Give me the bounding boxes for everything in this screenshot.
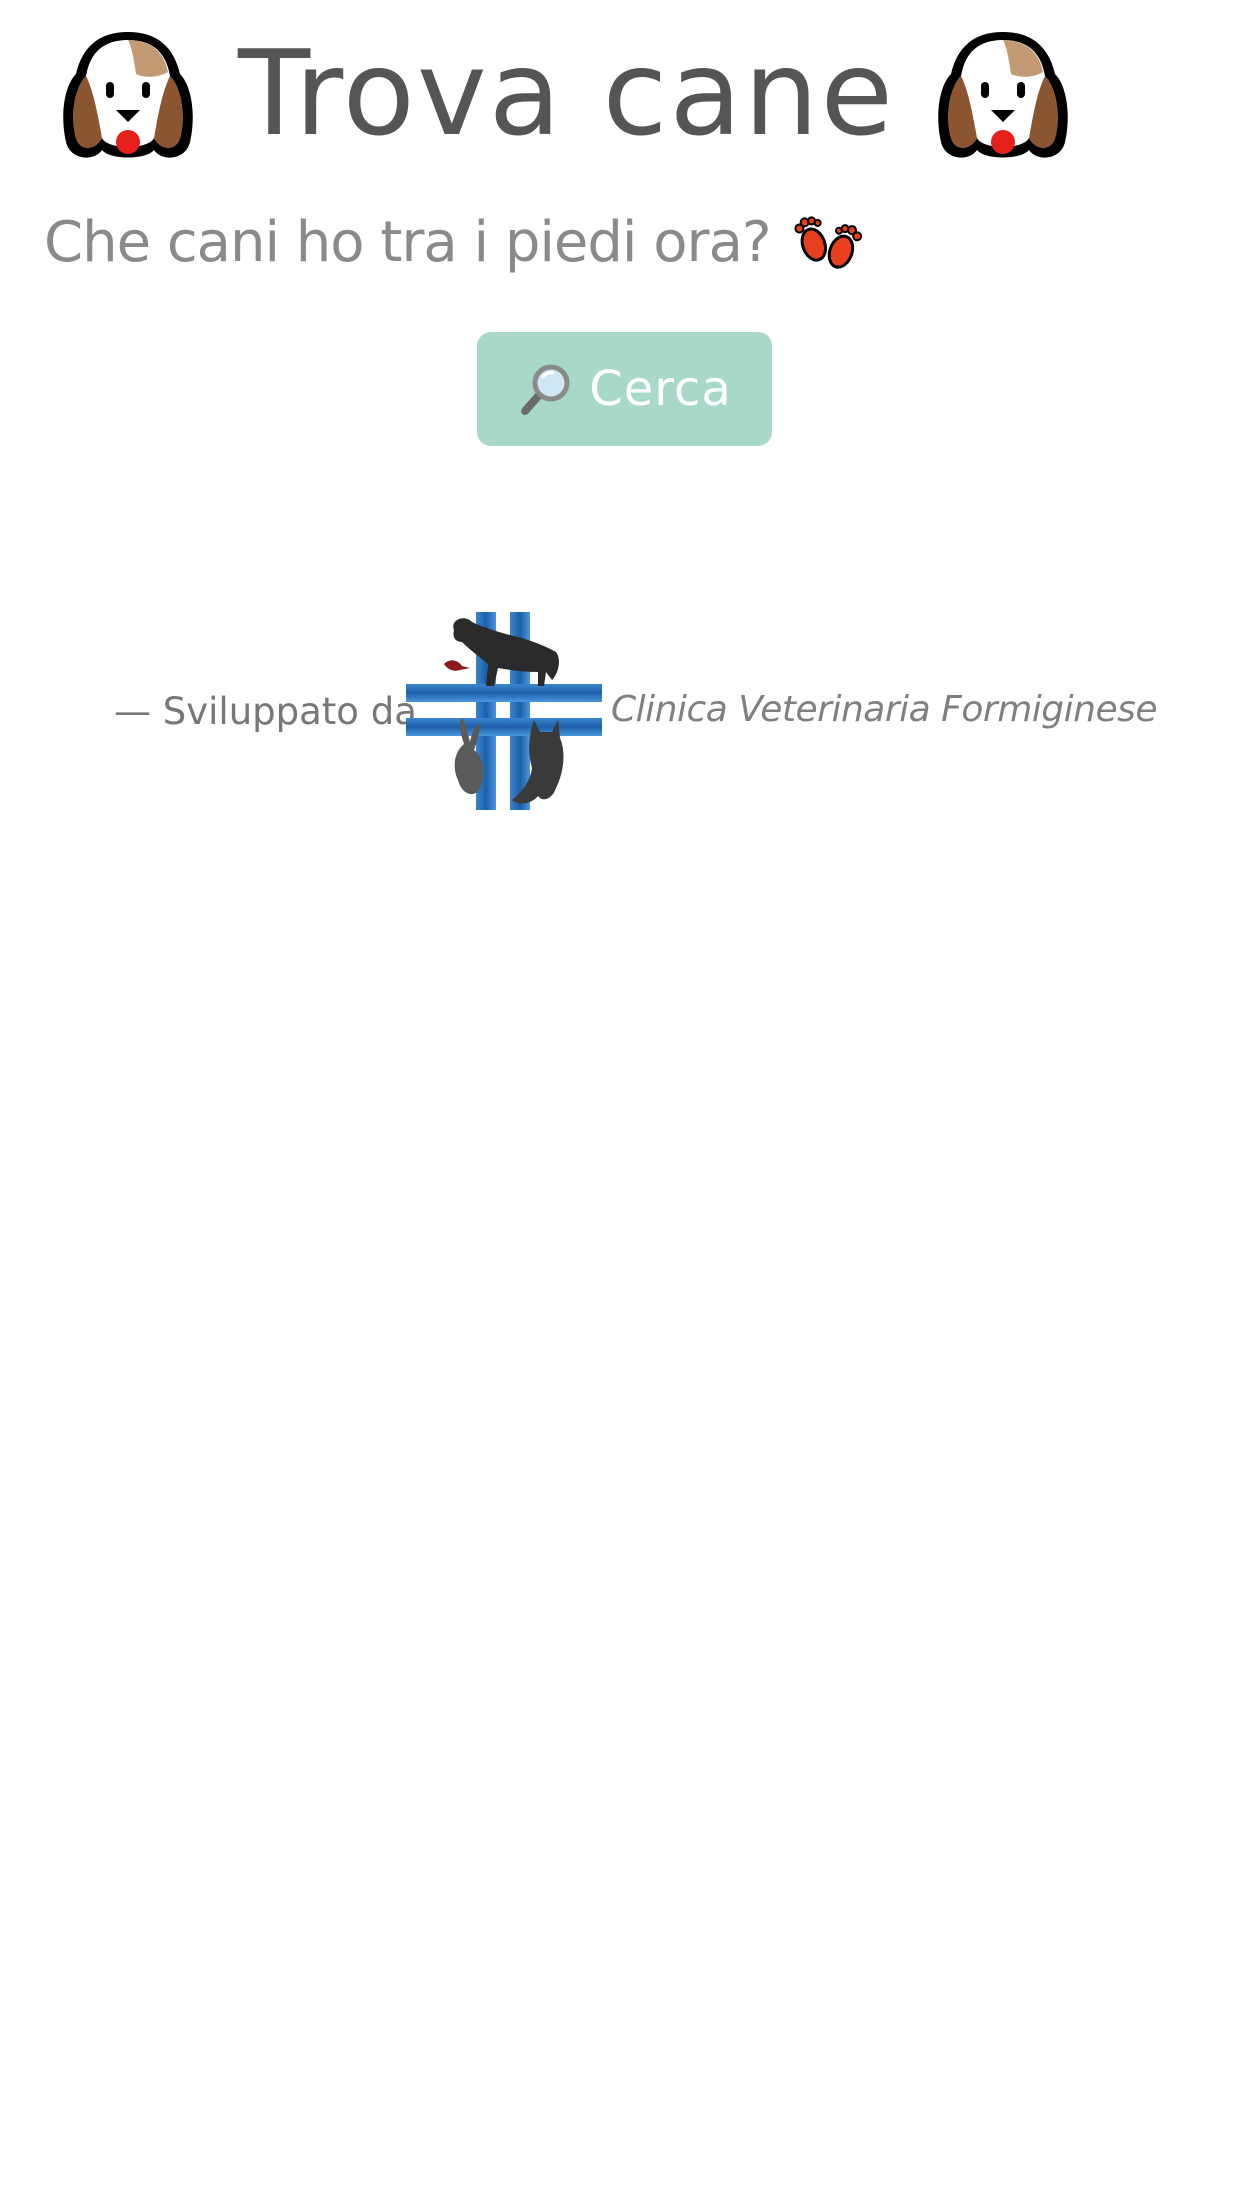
clinic-name-link[interactable]: Clinica Veterinaria Formiginese xyxy=(611,682,1158,738)
magnifier-icon xyxy=(521,364,570,415)
dog-face-icon xyxy=(938,32,1068,158)
subtitle: Che cani ho tra i piedi ora? xyxy=(44,209,772,275)
header: Trova cane xyxy=(0,0,1242,180)
clinic-cross-logo[interactable] xyxy=(406,612,602,810)
developer-credit: — Sviluppato da Clinica Veterinaria Form… xyxy=(0,612,1242,812)
page-title: Trova cane xyxy=(238,24,896,162)
dog-face-icon xyxy=(63,32,193,158)
search-button-label: Cerca xyxy=(589,361,732,417)
credit-prefix: — Sviluppato da xyxy=(114,690,417,733)
search-button[interactable]: Cerca xyxy=(477,332,772,446)
subtitle-row: Che cani ho tra i piedi ora? xyxy=(44,200,865,284)
footprints-icon xyxy=(794,216,862,269)
